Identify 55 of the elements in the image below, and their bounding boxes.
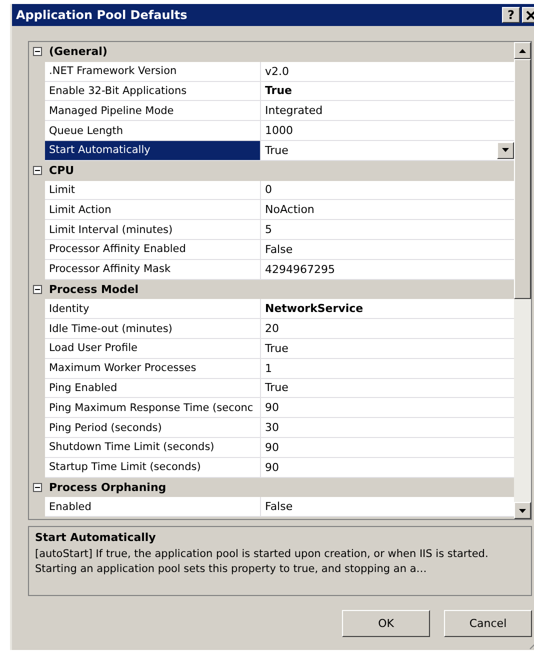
property-value[interactable]: v2.0 <box>265 64 290 78</box>
property-value[interactable]: 90 <box>265 440 279 454</box>
property-name[interactable]: Identity <box>45 299 261 320</box>
window-title: Application Pool Defaults <box>16 8 188 22</box>
property-name[interactable]: Queue Length <box>45 121 261 141</box>
property-name[interactable]: Shutdown Time Limit (seconds) <box>45 438 261 458</box>
property-name[interactable]: .NET Framework Version <box>45 62 261 82</box>
property-name[interactable]: Ping Period (seconds) <box>45 418 261 438</box>
property-value[interactable]: 5 <box>265 223 272 236</box>
property-name[interactable]: Load User Profile <box>45 338 261 359</box>
scrollbar[interactable] <box>514 42 531 519</box>
property-value[interactable]: True <box>265 84 292 98</box>
close-icon <box>526 10 534 20</box>
property-name[interactable]: Limit Interval (minutes) <box>45 220 261 240</box>
description-title: Start Automatically <box>35 531 157 544</box>
property-value[interactable]: 1 <box>265 362 272 375</box>
dialog-button[interactable]: OK <box>342 610 430 637</box>
description-text: [autoStart] If true, the application pool is started upon creation, or when IIS is started. Starting an application pool sets this property to true, and stopping an a… <box>35 547 490 577</box>
property-value[interactable]: False <box>265 500 293 514</box>
property-name[interactable]: Ping Maximum Response Time (seconc <box>45 398 261 418</box>
property-value[interactable]: 90 <box>265 460 279 474</box>
property-value[interactable]: 4294967295 <box>265 262 335 276</box>
property-name[interactable]: Idle Time-out (minutes) <box>45 319 261 339</box>
category-header[interactable]: Process Model <box>45 282 139 296</box>
property-value[interactable]: 20 <box>265 322 279 336</box>
property-value[interactable]: 90 <box>265 401 279 414</box>
property-value[interactable]: NoAction <box>265 203 314 216</box>
property-value[interactable]: True <box>265 381 288 394</box>
property-value[interactable]: True <box>265 342 288 355</box>
category-header[interactable]: (General) <box>45 45 108 58</box>
property-name[interactable]: Ping Enabled <box>45 378 261 398</box>
property-name[interactable]: Maximum Worker Processes <box>45 358 261 379</box>
help-button[interactable]: ? <box>502 7 520 23</box>
property-name[interactable]: Limit <box>45 180 261 200</box>
property-name[interactable]: Processor Affinity Enabled <box>45 240 261 260</box>
property-value[interactable]: True <box>265 144 288 157</box>
category-header[interactable]: CPU <box>45 164 74 178</box>
property-name[interactable]: Enable 32-Bit Applications <box>45 82 261 102</box>
up-arrow-icon <box>519 48 526 52</box>
property-value[interactable]: 30 <box>265 421 279 434</box>
dropdown-button[interactable] <box>497 142 514 159</box>
dialog-button[interactable]: Cancel <box>444 610 532 637</box>
property-value[interactable]: False <box>265 242 293 256</box>
property-name[interactable]: Managed Pipeline Mode <box>45 101 261 122</box>
category-header[interactable]: Process Orphaning <box>45 480 166 494</box>
caret-icon <box>502 148 509 152</box>
property-name[interactable]: Startup Time Limit (seconds) <box>45 458 261 478</box>
property-name[interactable]: Limit Action <box>45 200 261 220</box>
property-name[interactable]: Start Automatically <box>45 140 261 161</box>
property-name[interactable]: Processor Affinity Mask <box>45 260 261 280</box>
property-value[interactable]: 1000 <box>265 124 293 138</box>
down-arrow-icon <box>519 508 526 512</box>
property-value[interactable]: Integrated <box>265 104 323 118</box>
property-name[interactable]: Enabled <box>45 497 261 518</box>
property-value[interactable]: 0 <box>265 183 272 196</box>
